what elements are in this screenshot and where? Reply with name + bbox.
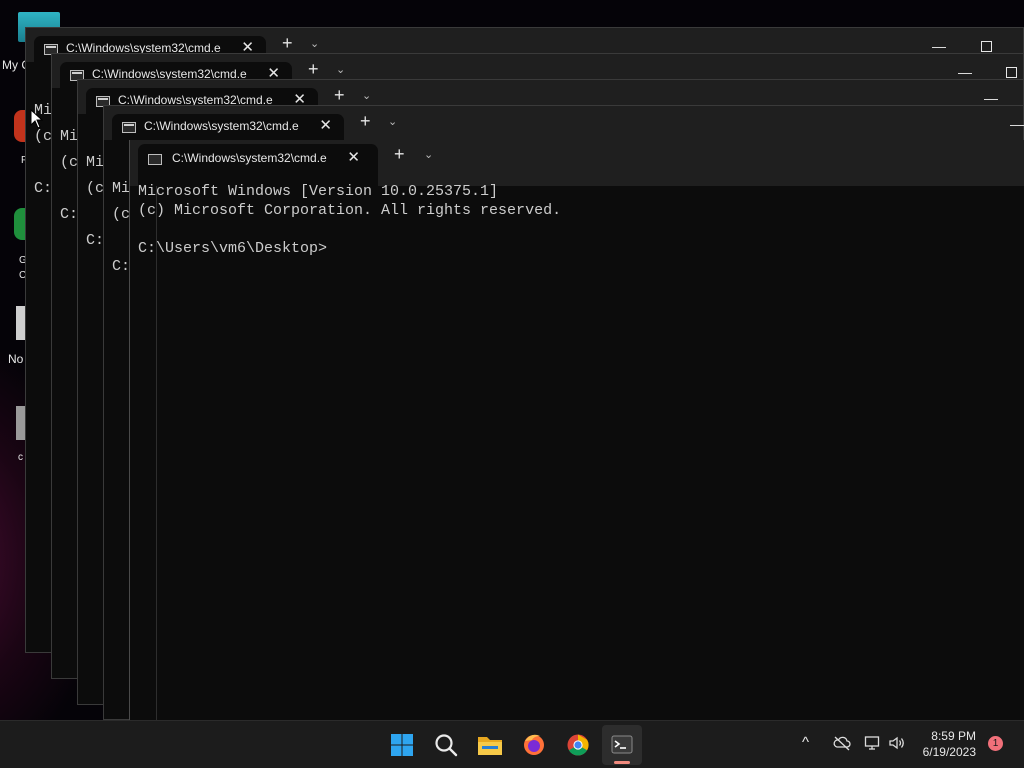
new-tab-button[interactable]: + xyxy=(334,85,345,106)
terminal-window-front[interactable]: C:\Windows\system32\cmd.e ✕ + ⌄ Microsof… xyxy=(129,140,1024,720)
maximize-button[interactable] xyxy=(981,41,992,52)
chevron-down-icon[interactable]: ⌄ xyxy=(424,148,433,161)
file-explorer-button[interactable] xyxy=(470,725,510,765)
minimize-button[interactable]: — xyxy=(984,90,998,106)
console-line-version: Microsoft Windows [Version 10.0.25375.1] xyxy=(138,183,499,200)
onedrive-offline-icon[interactable] xyxy=(832,735,852,751)
title-bar[interactable]: C:\Windows\system32\cmd.e ✕ + ⌄ — xyxy=(104,106,1024,140)
network-icon[interactable] xyxy=(864,735,882,751)
new-tab-button[interactable]: + xyxy=(282,33,293,54)
chevron-down-icon[interactable]: ⌄ xyxy=(362,89,371,102)
tab-title: C:\Windows\system32\cmd.e xyxy=(144,119,299,133)
clock-date: 6/19/2023 xyxy=(922,745,976,759)
search-button[interactable] xyxy=(426,725,466,765)
desktop-icon-label-4: No xyxy=(8,352,24,366)
minimize-button[interactable]: — xyxy=(958,64,972,80)
chrome-icon xyxy=(567,734,589,756)
console-output: Mi (c C: xyxy=(86,154,105,249)
minimize-button[interactable]: — xyxy=(932,38,946,54)
console-line-copyright: (c) Microsoft Corporation. All rights re… xyxy=(138,202,562,219)
terminal-tab[interactable]: C:\Windows\system32\cmd.e ✕ xyxy=(112,114,344,140)
minimize-button[interactable]: — xyxy=(1010,116,1024,132)
file-explorer-icon xyxy=(478,737,502,755)
new-tab-button[interactable]: + xyxy=(308,59,319,80)
running-indicator xyxy=(614,761,630,764)
clock-time: 8:59 PM xyxy=(931,729,976,743)
title-bar[interactable]: C:\Windows\system32\cmd.e ✕ + ⌄ xyxy=(130,140,1024,186)
tab-title: C:\Windows\system32\cmd.e xyxy=(172,151,327,165)
show-hidden-icons-button[interactable]: ^ xyxy=(802,734,809,751)
window-edge xyxy=(156,186,157,720)
new-tab-button[interactable]: + xyxy=(360,111,371,132)
start-button[interactable] xyxy=(382,725,422,765)
firefox-button[interactable] xyxy=(514,725,554,765)
chevron-down-icon[interactable]: ⌄ xyxy=(310,37,319,50)
mouse-cursor-icon xyxy=(30,109,44,129)
chrome-button[interactable] xyxy=(558,725,598,765)
new-tab-button[interactable]: + xyxy=(394,144,405,165)
cmd-icon xyxy=(122,122,136,133)
chevron-down-icon[interactable]: ⌄ xyxy=(388,115,397,128)
close-tab-icon[interactable]: ✕ xyxy=(347,148,360,166)
terminal-tab[interactable]: C:\Windows\system32\cmd.e ✕ xyxy=(138,144,378,186)
firefox-icon xyxy=(524,734,544,755)
notification-badge[interactable]: 1 xyxy=(988,736,1003,751)
close-tab-icon[interactable]: ✕ xyxy=(319,116,332,134)
start-icon xyxy=(391,734,413,756)
search-icon xyxy=(435,734,458,757)
desktop-icon-label-5: c xyxy=(18,452,23,463)
console-output: Mi (c C: xyxy=(60,128,79,223)
console-output: Mi (c C: xyxy=(112,180,131,275)
terminal-icon xyxy=(611,735,633,754)
console-prompt[interactable]: C:\Users\vm6\Desktop> xyxy=(138,240,327,257)
clock[interactable]: 8:59 PM 6/19/2023 xyxy=(906,728,976,760)
volume-icon[interactable] xyxy=(888,735,906,751)
console-output: Mi (c C: xyxy=(34,102,53,197)
cmd-icon xyxy=(148,154,162,165)
console-output[interactable]: Microsoft Windows [Version 10.0.25375.1]… xyxy=(138,182,561,258)
taskbar: ^ 8:59 PM 6/19/2023 xyxy=(0,720,1024,768)
maximize-button[interactable] xyxy=(1006,67,1017,78)
chevron-down-icon[interactable]: ⌄ xyxy=(336,63,345,76)
terminal-button[interactable] xyxy=(602,725,642,765)
